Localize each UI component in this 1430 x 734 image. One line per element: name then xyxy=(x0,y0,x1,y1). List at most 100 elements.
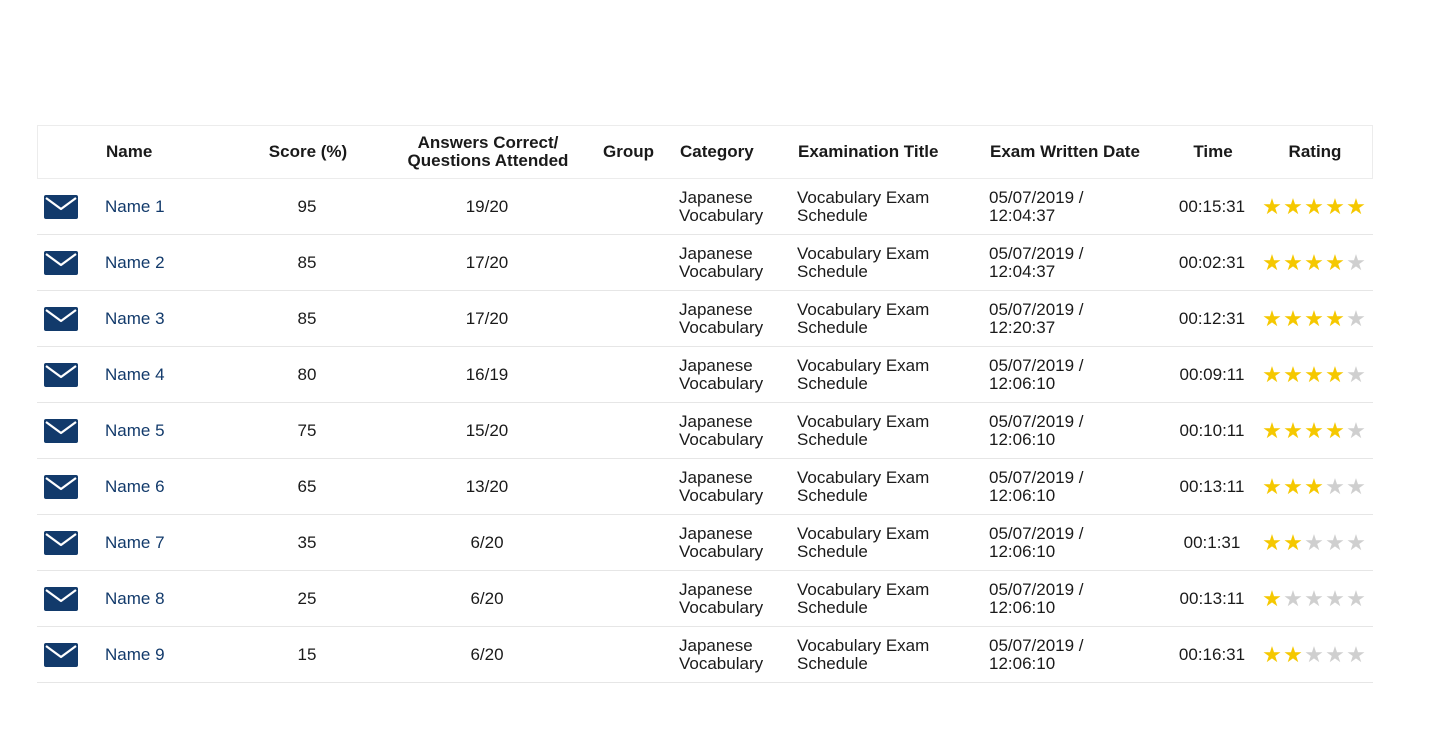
table-row: Name 9 15 6/20 Japanese Vocabulary Vocab… xyxy=(37,627,1373,683)
rating-stars: ★ ★ ★ ★ ★ xyxy=(1259,347,1369,402)
star-empty-icon: ★ xyxy=(1304,529,1324,555)
mail-button[interactable] xyxy=(41,291,81,346)
rating-stars: ★ ★ ★ ★ ★ xyxy=(1259,627,1369,682)
student-name-link[interactable]: Name 1 xyxy=(105,197,165,217)
exam-date-line2: 12:04:37 xyxy=(989,261,1056,281)
star-filled-icon: ★ xyxy=(1262,473,1282,499)
student-name-link[interactable]: Name 6 xyxy=(105,477,165,497)
student-name-link[interactable]: Name 4 xyxy=(105,365,165,385)
rating-stars: ★ ★ ★ ★ ★ xyxy=(1259,571,1369,626)
exam-date-line2: 12:06:10 xyxy=(989,429,1056,449)
category-line2: Vocabulary xyxy=(679,317,764,337)
mail-icon xyxy=(44,642,78,667)
star-filled-icon: ★ xyxy=(1262,529,1282,555)
student-name-link[interactable]: Name 3 xyxy=(105,309,165,329)
time-value: 00:13:11 xyxy=(1179,588,1245,608)
exam-title-line2: Schedule xyxy=(797,485,868,505)
star-filled-icon: ★ xyxy=(1325,249,1345,275)
exam-title-value: Vocabulary Exam Schedule xyxy=(797,515,977,570)
header-name[interactable]: Name xyxy=(106,126,256,178)
mail-button[interactable] xyxy=(41,347,81,402)
answers-value: 15/20 xyxy=(465,420,509,440)
star-empty-icon: ★ xyxy=(1304,585,1324,611)
stars-container: ★ ★ ★ ★ ★ xyxy=(1262,195,1366,218)
time-value: 00:12:31 xyxy=(1178,308,1246,328)
student-name-link[interactable]: Name 9 xyxy=(105,645,165,665)
exam-title-value: Vocabulary Exam Schedule xyxy=(797,235,977,290)
exam-title-line2: Schedule xyxy=(797,317,868,337)
time-value: 00:02:31 xyxy=(1178,252,1246,272)
time-value: 00:16:31 xyxy=(1178,644,1246,664)
stars-container: ★ ★ ★ ★ ★ xyxy=(1262,307,1366,330)
star-empty-icon: ★ xyxy=(1283,585,1303,611)
header-exam-date[interactable]: Exam Written Date xyxy=(990,126,1160,178)
answers-value: 16/19 xyxy=(465,364,509,384)
student-name-link[interactable]: Name 2 xyxy=(105,253,165,273)
category-line1: Japanese xyxy=(679,635,753,655)
header-category[interactable]: Category xyxy=(680,126,790,178)
exam-date-line2: 12:06:10 xyxy=(989,373,1056,393)
star-empty-icon: ★ xyxy=(1325,473,1345,499)
category-line1: Japanese xyxy=(679,187,753,207)
mail-icon xyxy=(44,250,78,275)
category-value: Japanese Vocabulary xyxy=(679,627,789,682)
category-line2: Vocabulary xyxy=(679,541,764,561)
mail-button[interactable] xyxy=(41,515,81,570)
student-name-link[interactable]: Name 7 xyxy=(105,533,165,553)
star-filled-icon: ★ xyxy=(1262,641,1282,667)
star-empty-icon: ★ xyxy=(1346,473,1366,499)
category-line1: Japanese xyxy=(679,579,753,599)
time-value: 00:1:31 xyxy=(1183,532,1241,552)
exam-title-line2: Schedule xyxy=(797,261,868,281)
category-value: Japanese Vocabulary xyxy=(679,291,789,346)
group-value xyxy=(602,515,667,570)
star-empty-icon: ★ xyxy=(1346,417,1366,443)
star-filled-icon: ★ xyxy=(1304,473,1324,499)
rating-stars: ★ ★ ★ ★ ★ xyxy=(1259,235,1369,290)
score-value: 85 xyxy=(297,252,317,272)
header-group[interactable]: Group xyxy=(603,126,668,178)
mail-icon xyxy=(44,194,78,219)
answers-value: 17/20 xyxy=(465,252,509,272)
category-value: Japanese Vocabulary xyxy=(679,515,789,570)
header-rating[interactable]: Rating xyxy=(1260,126,1370,178)
header-time[interactable]: Time xyxy=(1173,126,1253,178)
star-empty-icon: ★ xyxy=(1346,361,1366,387)
category-value: Japanese Vocabulary xyxy=(679,235,789,290)
mail-icon xyxy=(44,530,78,555)
star-filled-icon: ★ xyxy=(1262,585,1282,611)
exam-title-line1: Vocabulary Exam xyxy=(797,579,930,599)
mail-button[interactable] xyxy=(41,571,81,626)
stars-container: ★ ★ ★ ★ ★ xyxy=(1262,585,1366,611)
student-name-link[interactable]: Name 8 xyxy=(105,589,165,609)
star-filled-icon: ★ xyxy=(1304,417,1324,443)
star-filled-icon: ★ xyxy=(1304,249,1324,275)
stars-container: ★ ★ ★ ★ ★ xyxy=(1262,473,1366,499)
category-line2: Vocabulary xyxy=(679,205,764,225)
header-score[interactable]: Score (%) xyxy=(243,126,373,178)
exam-title-value: Vocabulary Exam Schedule xyxy=(797,347,977,402)
score-value: 80 xyxy=(297,364,317,384)
score-value: 15 xyxy=(297,644,317,664)
header-answers-line1: Answers Correct/ xyxy=(417,133,559,152)
mail-button[interactable] xyxy=(41,403,81,458)
group-value xyxy=(602,459,667,514)
mail-button[interactable] xyxy=(41,459,81,514)
mail-button[interactable] xyxy=(41,627,81,682)
star-filled-icon: ★ xyxy=(1262,249,1282,275)
header-answers[interactable]: Answers Correct/ Questions Attended xyxy=(393,126,583,178)
exam-title-line1: Vocabulary Exam xyxy=(797,243,930,263)
exam-title-line2: Schedule xyxy=(797,597,868,617)
exam-date-value: 05/07/2019 / 12:06:10 xyxy=(989,347,1159,402)
mail-button[interactable] xyxy=(41,179,81,234)
exam-title-value: Vocabulary Exam Schedule xyxy=(797,459,977,514)
mail-button[interactable] xyxy=(41,235,81,290)
exam-date-value: 05/07/2019 / 12:04:37 xyxy=(989,179,1159,234)
student-name-link[interactable]: Name 5 xyxy=(105,421,165,441)
exam-title-line1: Vocabulary Exam xyxy=(797,411,930,431)
group-value xyxy=(602,403,667,458)
header-exam-title[interactable]: Examination Title xyxy=(798,126,978,178)
mail-icon xyxy=(44,418,78,443)
table-row: Name 8 25 6/20 Japanese Vocabulary Vocab… xyxy=(37,571,1373,627)
rating-stars: ★ ★ ★ ★ ★ xyxy=(1259,459,1369,514)
